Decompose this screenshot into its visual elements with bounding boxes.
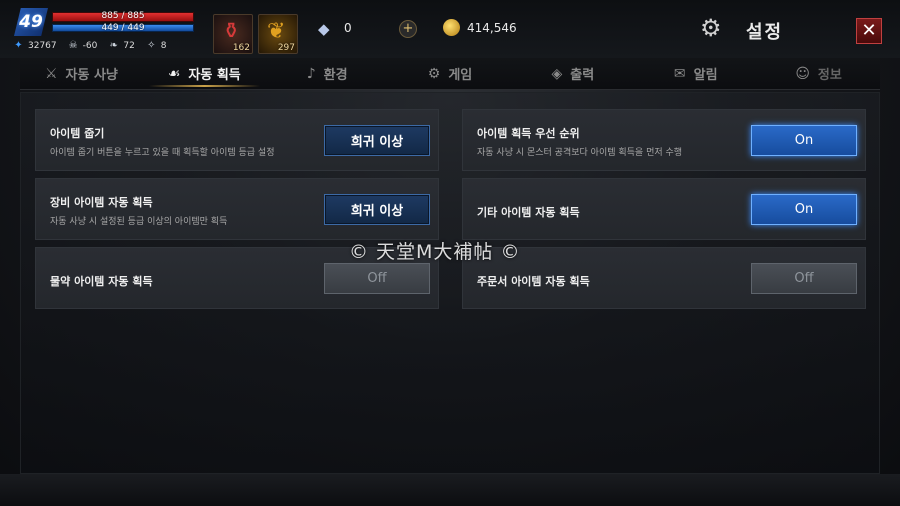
tab-output[interactable]: ◈ 출력 bbox=[511, 58, 634, 89]
tab-label: 정보 bbox=[817, 68, 842, 83]
slot-count: 162 bbox=[232, 43, 250, 53]
toggle-button[interactable]: On bbox=[751, 194, 857, 225]
stat-row: ✦ 32767 ☠ -60 ❧ 72 ✧ 8 bbox=[12, 40, 171, 51]
wing-icon: ❧ bbox=[109, 40, 119, 51]
setting-item-misc: 기타 아이템 자동 획득 On bbox=[462, 178, 866, 240]
tab-label: 게임 bbox=[448, 68, 473, 83]
tab-label: 자동 획득 bbox=[188, 68, 241, 83]
add-currency-button[interactable]: + bbox=[399, 20, 417, 38]
megaphone-icon: ✉ bbox=[673, 65, 686, 82]
setting-title: 아이템 줍기 bbox=[50, 127, 105, 140]
top-hud: 49 885 / 885 449 / 449 ✦ 32767 ☠ -60 ❧ 72 ✧… bbox=[0, 0, 900, 58]
stat-value: -60 bbox=[82, 40, 98, 51]
red-potion-icon: ⚱ bbox=[222, 19, 241, 44]
tab-notifications[interactable]: ✉ 알림 bbox=[634, 58, 757, 89]
tab-info[interactable]: ☺ 정보 bbox=[757, 58, 880, 89]
setting-item-equipment: 장비 아이템 자동 획득 자동 사냥 시 설정된 등급 이상의 아이템만 획득 … bbox=[35, 178, 439, 240]
setting-title: 장비 아이템 자동 획득 bbox=[50, 196, 153, 209]
setting-desc: 자동 사냥 시 몬스터 공격보다 아이템 획득을 먼저 수행 bbox=[477, 148, 683, 158]
skull-icon: ☠ bbox=[68, 40, 78, 51]
tab-label: 알림 bbox=[693, 68, 718, 83]
tab-auto-pickup[interactable]: ☙ 자동 획득 bbox=[143, 58, 266, 89]
tab-label: 자동 사냥 bbox=[65, 68, 118, 83]
setting-item-scroll: 주문서 아이템 자동 획득 Off bbox=[462, 247, 866, 309]
gear-icon: ⚙ bbox=[427, 65, 441, 82]
sword-icon: ⚔ bbox=[44, 65, 58, 82]
page-title: 설정 bbox=[746, 22, 784, 43]
quick-slot-potion[interactable]: ⚱ 162 bbox=[213, 14, 253, 54]
diamond-value: 0 bbox=[344, 21, 352, 35]
setting-title: 기타 아이템 자동 획득 bbox=[477, 206, 580, 219]
gold-coin-icon bbox=[443, 19, 460, 36]
level-badge: 49 bbox=[14, 8, 48, 36]
tab-label: 출력 bbox=[570, 68, 595, 83]
setting-title: 물약 아이템 자동 획득 bbox=[50, 275, 153, 288]
pickup-icon: ☙ bbox=[167, 65, 181, 82]
watermark: © 天堂M大補帖 © bbox=[349, 241, 521, 263]
stat-value: 32767 bbox=[28, 40, 57, 51]
mp-text: 449 / 449 bbox=[101, 23, 145, 33]
tab-label: 환경 bbox=[323, 68, 348, 83]
setting-title: 아이템 획득 우선 순위 bbox=[477, 127, 580, 140]
setting-item-priority: 아이템 획득 우선 순위 자동 사냥 시 몬스터 공격보다 아이템 획득을 먼저… bbox=[462, 109, 866, 171]
blue-flame-icon: ✦ bbox=[14, 40, 23, 51]
bottom-bar bbox=[0, 474, 900, 506]
close-button[interactable]: ✕ bbox=[856, 18, 882, 44]
toggle-button[interactable]: Off bbox=[324, 263, 430, 294]
toggle-button[interactable]: On bbox=[751, 125, 857, 156]
slot-count: 297 bbox=[277, 43, 295, 53]
cube-icon: ◈ bbox=[551, 65, 563, 82]
grade-select-button[interactable]: 희귀 이상 bbox=[324, 125, 430, 156]
gold-leaf-icon: ❦ bbox=[267, 19, 286, 44]
hp-text: 885 / 885 bbox=[101, 11, 145, 21]
tab-environment[interactable]: ♪ 환경 bbox=[266, 58, 389, 89]
setting-desc: 아이템 줍기 버튼을 누르고 있을 때 획득할 아이템 등급 설정 bbox=[50, 148, 275, 158]
setting-title: 주문서 아이템 자동 획득 bbox=[477, 275, 590, 288]
settings-panel: 아이템 줍기 아이템 줍기 버튼을 누르고 있을 때 획득할 아이템 등급 설정… bbox=[20, 92, 880, 474]
settings-tabs: ⚔ 자동 사냥 ☙ 자동 획득 ♪ 환경 ⚙ 게임 ◈ 출력 ✉ 알림 ☺ 정보 bbox=[20, 58, 880, 90]
setting-item-pickup: 아이템 줍기 아이템 줍기 버튼을 누르고 있을 때 획득할 아이템 등급 설정… bbox=[35, 109, 439, 171]
gold-value: 414,546 bbox=[467, 21, 517, 35]
quick-slot-leaf[interactable]: ❦ 297 bbox=[258, 14, 298, 54]
grade-select-button[interactable]: 희귀 이상 bbox=[324, 194, 430, 225]
tab-auto-hunt[interactable]: ⚔ 자동 사냥 bbox=[20, 58, 143, 89]
person-icon: ☺ bbox=[795, 65, 810, 82]
stat-value: 8 bbox=[160, 40, 167, 51]
claw-icon: ✧ bbox=[147, 40, 156, 51]
toggle-button[interactable]: Off bbox=[751, 263, 857, 294]
settings-gear-icon: ⚙ bbox=[700, 14, 722, 42]
tab-game[interactable]: ⚙ 게임 bbox=[389, 58, 512, 89]
music-note-icon: ♪ bbox=[306, 65, 316, 82]
stat-value: 72 bbox=[123, 40, 135, 51]
setting-desc: 자동 사냥 시 설정된 등급 이상의 아이템만 획득 bbox=[50, 217, 228, 227]
diamond-icon: ◆ bbox=[318, 20, 330, 38]
